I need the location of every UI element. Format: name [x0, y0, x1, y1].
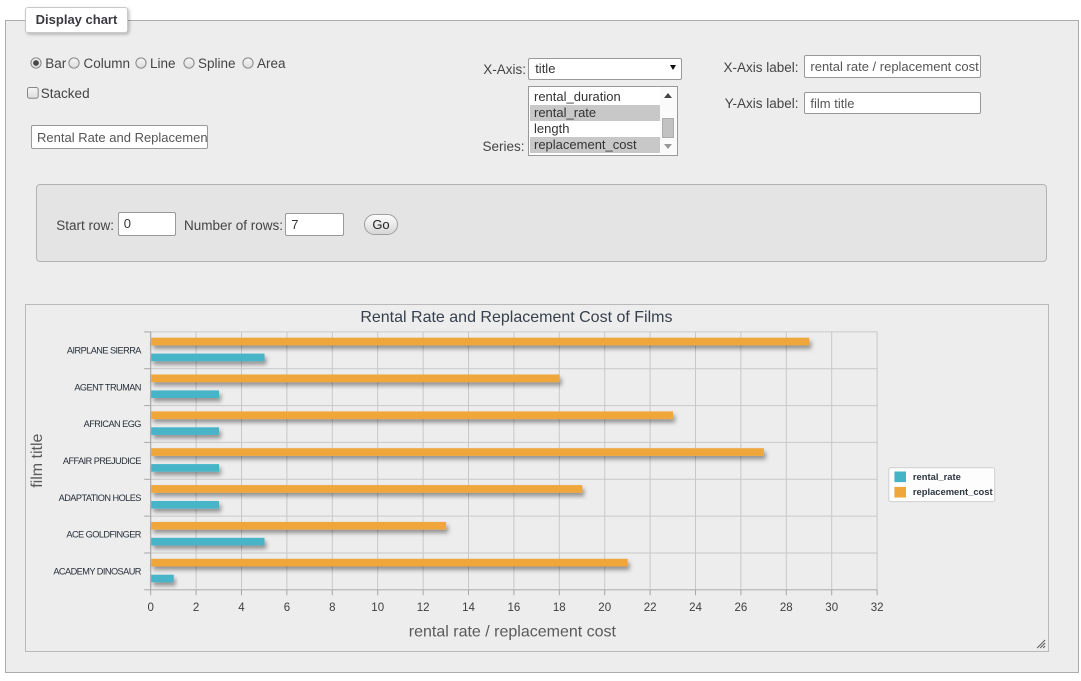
svg-text:24: 24 — [689, 602, 702, 614]
svg-text:32: 32 — [870, 602, 883, 614]
svg-text:20: 20 — [598, 602, 611, 614]
svg-text:18: 18 — [552, 602, 565, 614]
svg-text:AGENT TRUMAN: AGENT TRUMAN — [74, 382, 141, 392]
svg-text:AFRICAN EGG: AFRICAN EGG — [83, 419, 141, 429]
svg-text:rental rate / replacement cost: rental rate / replacement cost — [408, 623, 616, 640]
svg-text:10: 10 — [371, 602, 384, 614]
svg-text:Rental Rate and Replacement Co: Rental Rate and Replacement Cost of Film… — [360, 309, 672, 326]
svg-text:30: 30 — [825, 602, 838, 614]
svg-text:AIRPLANE SIERRA: AIRPLANE SIERRA — [67, 345, 142, 355]
svg-text:ACE GOLDFINGER: ACE GOLDFINGER — [66, 529, 141, 539]
svg-text:rental_rate: rental_rate — [912, 471, 960, 482]
svg-text:2: 2 — [192, 602, 198, 614]
svg-text:26: 26 — [734, 602, 747, 614]
svg-text:4: 4 — [238, 602, 245, 614]
svg-text:14: 14 — [462, 602, 475, 614]
svg-text:replacement_cost: replacement_cost — [912, 486, 992, 497]
svg-text:28: 28 — [779, 602, 792, 614]
svg-text:22: 22 — [643, 602, 656, 614]
svg-text:12: 12 — [416, 602, 429, 614]
svg-text:6: 6 — [283, 602, 289, 614]
svg-text:8: 8 — [329, 602, 335, 614]
svg-text:0: 0 — [147, 602, 153, 614]
svg-text:16: 16 — [507, 602, 520, 614]
svg-text:film title: film title — [29, 433, 46, 487]
svg-text:ADAPTATION HOLES: ADAPTATION HOLES — [58, 493, 141, 503]
svg-text:ACADEMY DINOSAUR: ACADEMY DINOSAUR — [53, 566, 141, 576]
svg-text:AFFAIR PREJUDICE: AFFAIR PREJUDICE — [63, 456, 141, 466]
